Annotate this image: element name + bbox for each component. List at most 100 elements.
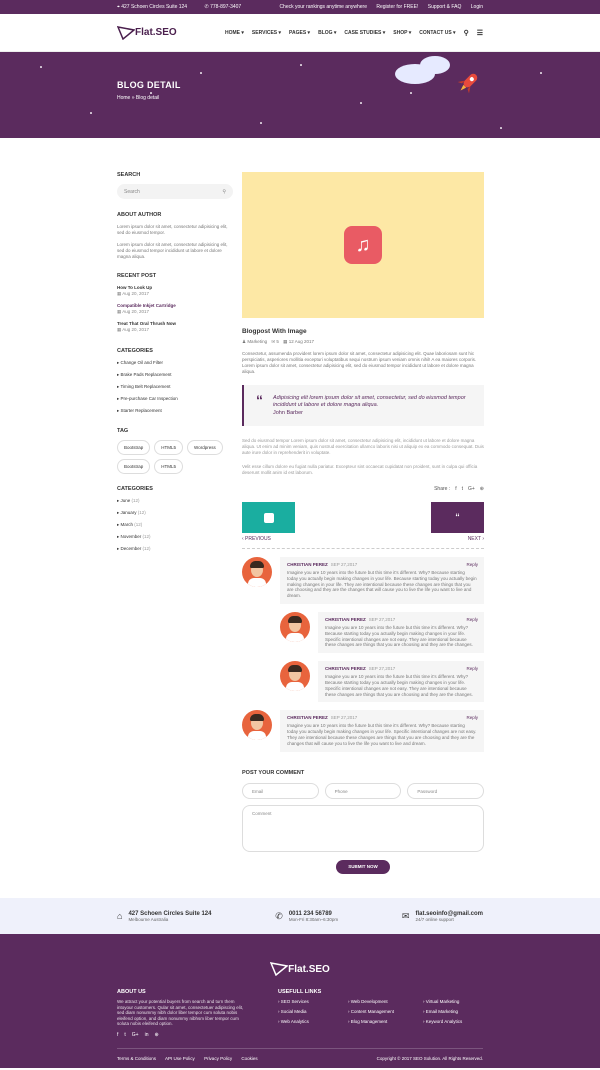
menu-icon[interactable]: ☰ xyxy=(477,29,483,37)
quote-icon: “ xyxy=(256,392,263,408)
nav-shop[interactable]: SHOP ▾ xyxy=(393,30,411,36)
recent-post[interactable]: How To Look Up ▦ Aug 20, 2017 xyxy=(117,285,233,297)
tag-item[interactable]: HTML5 xyxy=(154,440,184,455)
category-item[interactable]: ▸ Timing Belt Replacement xyxy=(117,384,233,390)
footer-link[interactable]: › Social Media xyxy=(278,1009,348,1014)
search-icon[interactable]: ⚲ xyxy=(464,29,469,37)
twitter-icon[interactable]: t xyxy=(124,1032,125,1038)
comment-date: SEP 27,2017 xyxy=(330,562,358,567)
tag-cloud: Bootstrap HTML5 Wordpress Bootstrap HTML… xyxy=(117,440,233,474)
reply-link[interactable]: Reply xyxy=(466,715,478,720)
footer-link[interactable]: › Virtual Marketing xyxy=(423,999,483,1004)
comment-reply: CHRISTIAN PEREZ SEP 27,2017 Reply Imagine y… xyxy=(280,661,484,703)
password-field[interactable]: Password xyxy=(407,782,485,799)
phone-field[interactable]: Phone xyxy=(324,782,402,799)
breadcrumb: Home » Blog detail xyxy=(117,95,160,101)
contact-bar: ⌂ 427 Schoen Circles Suite 124 Melbourne A… xyxy=(0,898,600,934)
nav-home[interactable]: HOME ▾ xyxy=(225,30,244,36)
category-item[interactable]: ▸ Starter Replacement xyxy=(117,408,233,414)
blockquote: “ Adipisicing elit lorem ipsum dolor sit… xyxy=(242,385,484,426)
login-link[interactable]: Login xyxy=(471,4,483,10)
facebook-icon[interactable]: f xyxy=(455,486,456,492)
archive-item[interactable]: ▸ January (12) xyxy=(117,510,233,516)
submit-button[interactable]: SUBMIT NOW xyxy=(336,859,390,874)
facebook-icon[interactable]: f xyxy=(117,1032,118,1038)
logo-icon xyxy=(270,962,289,976)
linkedin-icon[interactable]: in xyxy=(145,1032,149,1038)
pinterest-icon[interactable]: ⊕ xyxy=(155,1032,159,1038)
nav-contact[interactable]: CONTACT US ▾ xyxy=(419,30,455,36)
api-policy-link[interactable]: API Use Policy xyxy=(165,1056,195,1061)
recent-post[interactable]: Compatible Inkjet Cartridge ▦ Aug 20, 201… xyxy=(117,303,233,315)
footer-link[interactable]: › Web Analytics xyxy=(278,1019,348,1024)
archive-heading: CATEGORIES xyxy=(117,486,153,492)
quote-author: John Barber xyxy=(273,410,303,416)
email-field[interactable]: Email xyxy=(242,782,319,799)
archive-item[interactable]: ▸ November (12) xyxy=(117,534,233,540)
comment-icon: ✉ xyxy=(271,339,276,344)
reply-link[interactable]: Reply xyxy=(466,666,478,671)
contact-address: ⌂ 427 Schoen Circles Suite 124 Melbourne A… xyxy=(117,910,212,922)
nav-services[interactable]: SERVICES ▾ xyxy=(252,30,281,36)
about-text: Lorem ipsum dolor sit amet, consectetur … xyxy=(117,242,228,259)
footer-link[interactable]: › Keyword Analytics xyxy=(423,1019,483,1024)
tag-heading: TAG xyxy=(117,428,129,434)
phone-text: ✆ 778-897-3407 xyxy=(204,4,242,10)
reply-link[interactable]: Reply xyxy=(466,617,478,622)
rankings-link[interactable]: Check your rankings anytime anywhere xyxy=(279,4,367,10)
google-plus-icon[interactable]: G+ xyxy=(468,486,475,492)
previous-link[interactable]: ‹ PREVIOUS xyxy=(242,536,271,542)
top-bar: ⌖ 427 Schoen Circles Suite 124 ✆ 778-897… xyxy=(0,0,600,14)
post-category[interactable]: Marketing xyxy=(247,339,267,344)
recent-post[interactable]: Treat That Oral Thrush Now ▦ Aug 20, 2017 xyxy=(117,321,233,333)
about-us-text: We attract your potential buyers from se… xyxy=(117,999,244,1027)
archive-item[interactable]: ▸ December (12) xyxy=(117,546,233,552)
twitter-icon[interactable]: t xyxy=(462,486,463,492)
privacy-link[interactable]: Privacy Policy xyxy=(204,1056,232,1061)
breadcrumb-current: Blog detail xyxy=(135,95,160,101)
comment: CHRISTIAN PEREZ SEP 27,2017 Reply Imagine y… xyxy=(242,557,484,604)
about-heading: ABOUT AUTHOR xyxy=(117,212,162,218)
contact-email: ✉ flat.seoinfo@gmail.com 24/7 online suppo… xyxy=(401,910,483,922)
contact-phone: ✆ 0011 234 56789 Mon-Fri 8:30am–6:30pm xyxy=(275,910,339,922)
cookies-link[interactable]: Cookies xyxy=(241,1056,257,1061)
comment: CHRISTIAN PEREZ SEP 27,2017 Reply Imagine y… xyxy=(242,710,484,752)
comment-field[interactable]: Comment xyxy=(242,804,484,852)
avatar xyxy=(242,557,272,587)
tag-item[interactable]: Wordpress xyxy=(187,440,223,455)
category-item[interactable]: ▸ Brake Pads Replacement xyxy=(117,372,233,378)
tag-item[interactable]: HTML5 xyxy=(154,459,184,474)
terms-link[interactable]: Terms & Conditions xyxy=(117,1056,156,1061)
nav-blog[interactable]: BLOG ▾ xyxy=(318,30,336,36)
reply-link[interactable]: Reply xyxy=(466,562,478,567)
archive-item[interactable]: ▸ June (12) xyxy=(117,498,233,504)
footer-link[interactable]: › Email Marketing xyxy=(423,1009,483,1014)
footer-logo[interactable]: Flat.SEO xyxy=(117,934,483,976)
pinterest-icon[interactable]: ⊕ xyxy=(480,486,484,492)
about-text: Lorem ipsum dolor sit amet, consectetur … xyxy=(117,224,228,235)
category-item[interactable]: ▸ Pre-purchase Car Inspection xyxy=(117,396,233,402)
next-link[interactable]: NEXT › xyxy=(468,536,484,542)
map-marker-icon: ⌂ xyxy=(117,911,123,921)
nav-case-studies[interactable]: CASE STUDIES ▾ xyxy=(344,30,385,36)
footer-link[interactable]: › Blog Management xyxy=(348,1019,423,1024)
next-post-button[interactable]: “ xyxy=(431,502,484,533)
search-input[interactable]: Search ⚲ xyxy=(117,184,233,199)
google-plus-icon[interactable]: G+ xyxy=(132,1032,139,1038)
support-link[interactable]: Support & FAQ xyxy=(428,4,462,10)
site-logo[interactable]: Flat.SEO xyxy=(117,25,177,40)
register-link[interactable]: Register for FREE! xyxy=(376,4,418,10)
tag-item[interactable]: Bootstrap xyxy=(117,440,151,455)
footer-link[interactable]: › Web Development xyxy=(348,999,423,1004)
previous-post-button[interactable] xyxy=(242,502,295,533)
footer-link[interactable]: › SEO Services xyxy=(278,999,348,1004)
tag-item[interactable]: Bootstrap xyxy=(117,459,151,474)
breadcrumb-home[interactable]: Home xyxy=(117,95,130,101)
archive-item[interactable]: ▸ March (12) xyxy=(117,522,233,528)
nav-pages[interactable]: PAGES ▾ xyxy=(289,30,310,36)
category-item[interactable]: ▸ Change Oil and Filter xyxy=(117,360,233,366)
envelope-icon: ✉ xyxy=(401,910,410,921)
footer-link[interactable]: › Content Management xyxy=(348,1009,423,1014)
comment-date: SEP 27,2017 xyxy=(368,616,396,622)
search-icon[interactable]: ⚲ xyxy=(222,189,226,195)
